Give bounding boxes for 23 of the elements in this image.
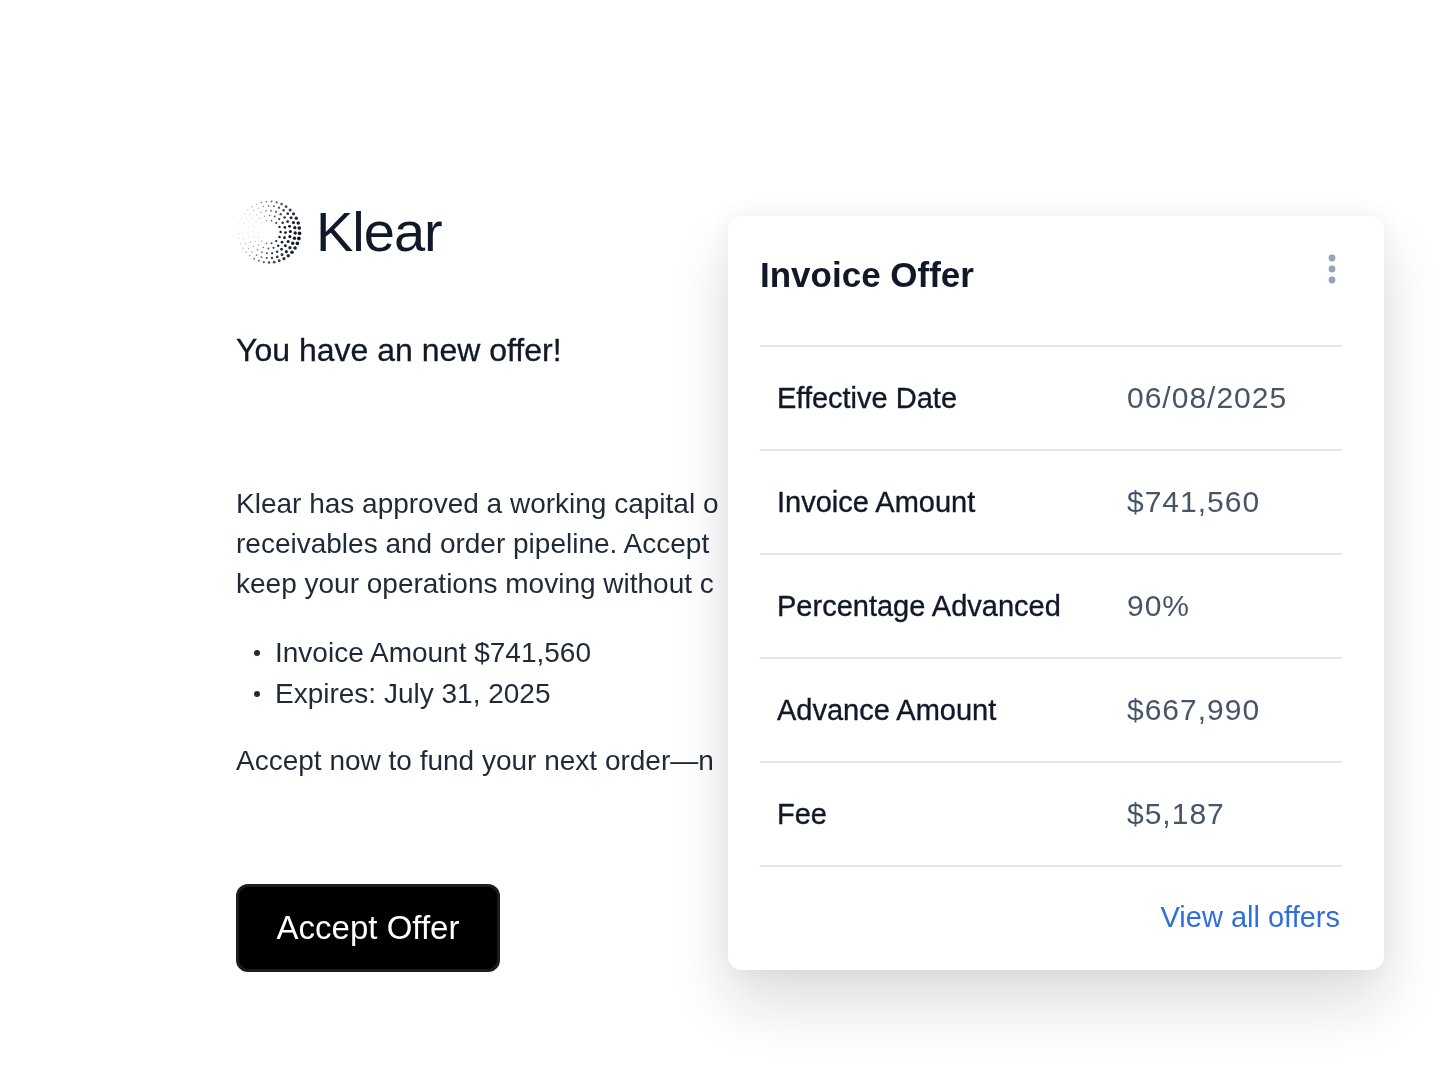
body-paragraph: Klear has approved a working capital o receivables and order pipeline. Accept keep your operations moving without c [236,487,720,601]
bullet-icon [254,649,260,656]
row-value: $667,990 [1127,693,1261,727]
accept-offer-button[interactable]: Accept Offer [236,884,500,972]
row-value: $741,560 [1127,485,1261,519]
view-all-offers-link[interactable]: View all offers [1160,901,1340,934]
row-value: 90% [1127,589,1191,623]
bullet-text: Invoice Amount $741,560 [275,636,591,669]
row-value: $5,187 [1127,797,1225,831]
bullet-text: Expires: July 31, 2025 [275,677,551,710]
row-label: Percentage Advanced [777,589,1061,623]
dotted-ring-logo-icon [236,198,302,266]
email-heading: You have an new offer! [236,331,563,370]
row-label: Fee [777,797,827,831]
row-label: Advance Amount [777,693,997,727]
closing-text: Accept now to fund your next order—n [236,744,715,778]
kebab-menu-icon[interactable] [1328,254,1336,284]
card-title: Invoice Offer [760,254,974,296]
row-label: Effective Date [777,381,957,415]
bullet-icon [254,690,260,697]
row-value: 06/08/2025 [1127,381,1288,415]
row-label: Invoice Amount [777,485,976,519]
brand-wordmark: Klear [316,204,442,260]
